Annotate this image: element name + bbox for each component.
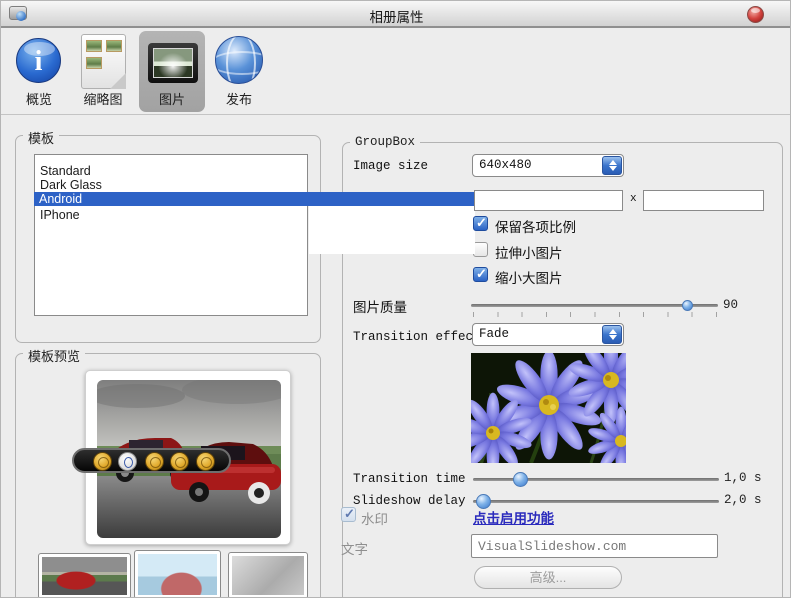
advanced-button[interactable]: 高级... <box>474 566 622 589</box>
quality-label: 图片质量 <box>353 300 407 315</box>
watermark-checkbox[interactable] <box>341 506 356 522</box>
preview-thumbnail-1[interactable] <box>38 553 131 597</box>
shrink-large-checkbox[interactable] <box>473 266 488 282</box>
title-bar: 相册属性 <box>1 1 790 28</box>
thumbnail-glyph <box>86 57 102 69</box>
images-photo-icon[interactable] <box>148 43 198 83</box>
preview-nav-button-1[interactable] <box>93 452 112 471</box>
transition-time-label: Transition time <box>353 472 466 486</box>
dialog-title: 相册属性 <box>369 10 424 25</box>
toolbar-item-overview[interactable]: 概览 <box>13 89 65 108</box>
transition-time-slider-track[interactable] <box>473 478 719 481</box>
list-item-dark-glass[interactable]: Dark Glass <box>35 178 307 192</box>
preview-control-bar <box>72 448 231 473</box>
combo-stepper-icon[interactable] <box>602 325 622 344</box>
quality-slider-track[interactable] <box>471 304 718 307</box>
stretch-small-checkbox[interactable] <box>473 242 488 257</box>
image-size-combobox[interactable]: 640x480 <box>472 154 624 177</box>
album-properties-dialog: 相册属性 概览 缩略图 图片 发布 模板 Standard Dark Glass… <box>0 0 791 598</box>
shrink-large-label: 缩小大图片 <box>495 271 563 286</box>
flowers-graphic <box>452 335 656 476</box>
image-size-label: Image size <box>353 159 429 173</box>
text-label: 文字 <box>341 542 368 557</box>
custom-height-input[interactable] <box>643 190 764 211</box>
thumbnail-image <box>232 556 304 595</box>
photo-landscape-glyph <box>153 48 193 78</box>
stretch-small-label: 拉伸小图片 <box>495 246 563 261</box>
thumbnail-glyph <box>86 40 102 52</box>
overview-info-icon[interactable] <box>16 38 61 83</box>
thumbnail-image <box>42 557 127 595</box>
thumbnail-image <box>138 554 217 595</box>
preview-nav-button-5[interactable] <box>196 452 215 471</box>
transition-effect-value: Fade <box>479 327 510 341</box>
slideshow-delay-slider-track[interactable] <box>473 500 719 503</box>
slideshow-delay-label: Slideshow delay <box>353 494 466 508</box>
watermark-label: 水印 <box>361 512 388 527</box>
size-separator-label: x <box>630 193 637 205</box>
toolbar: 概览 缩略图 图片 发布 <box>1 30 790 115</box>
template-list[interactable]: Standard Dark Glass IPhone <box>34 154 308 316</box>
transition-effect-combobox[interactable]: Fade <box>472 323 624 346</box>
keep-ratio-checkbox[interactable] <box>473 215 488 231</box>
toolbar-item-publish[interactable]: 发布 <box>213 89 265 108</box>
keep-ratio-label: 保留各项比例 <box>495 220 576 235</box>
quality-slider-handle[interactable] <box>682 300 693 311</box>
transition-time-slider-handle[interactable] <box>513 472 528 487</box>
publish-globe-icon[interactable] <box>215 36 263 84</box>
list-item-android-selected[interactable]: Android <box>34 192 474 206</box>
preview-nav-button-4[interactable] <box>170 452 189 471</box>
toolbar-item-images[interactable]: 图片 <box>139 89 205 108</box>
slideshow-delay-value: 2,0 s <box>724 493 762 507</box>
watermark-text-input[interactable] <box>471 534 718 558</box>
close-button[interactable] <box>747 6 764 23</box>
list-item-standard[interactable]: Standard <box>35 164 307 178</box>
thumbnails-icon[interactable] <box>81 34 126 89</box>
enable-feature-link[interactable]: 点击启用功能 <box>473 507 554 527</box>
template-group-title: 模板 <box>23 128 60 147</box>
preview-thumbnail-2[interactable] <box>134 550 221 597</box>
preview-nav-button-2[interactable] <box>118 452 137 471</box>
list-item-iphone[interactable]: IPhone <box>35 208 307 222</box>
quality-value: 90 <box>723 298 739 312</box>
transition-time-value: 1,0 s <box>724 471 762 485</box>
transition-effect-label: Transition effect <box>353 330 481 344</box>
combo-stepper-icon[interactable] <box>602 156 622 175</box>
quality-tick-marks <box>473 312 717 317</box>
settings-group-title: GroupBox <box>350 135 421 149</box>
preview-nav-button-3[interactable] <box>145 452 164 471</box>
preview-thumbnail-3[interactable] <box>228 552 308 597</box>
thumbnail-glyph <box>106 40 122 52</box>
toolbar-item-thumbnails[interactable]: 缩略图 <box>71 89 135 108</box>
preview-group-title: 模板预览 <box>23 346 86 365</box>
custom-width-input[interactable] <box>474 190 623 211</box>
image-size-value: 640x480 <box>479 158 532 172</box>
effect-preview-image <box>452 335 656 476</box>
